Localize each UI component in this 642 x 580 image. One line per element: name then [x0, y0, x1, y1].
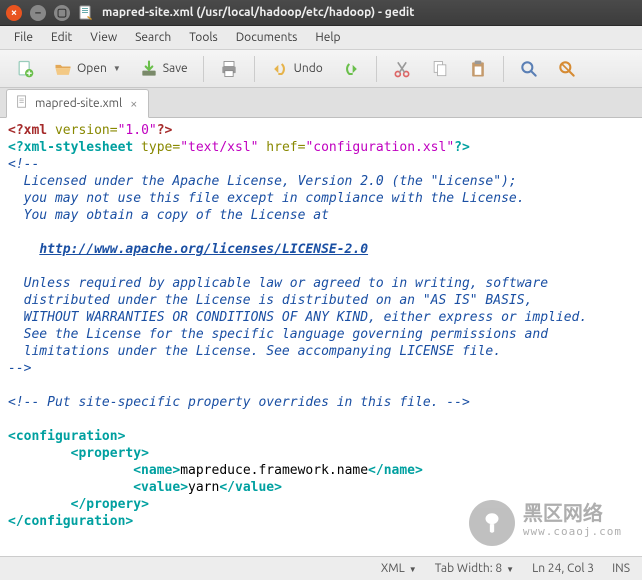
code-comment: Unless required by applicable law or agr… — [8, 276, 548, 291]
code-comment: distributed under the License is distrib… — [8, 293, 532, 308]
watermark-url: www.coaoj.com — [523, 523, 622, 540]
undo-label: Undo — [294, 62, 323, 75]
find-replace-button[interactable] — [550, 54, 584, 84]
cut-icon — [392, 59, 412, 79]
tab-close-button[interactable]: × — [128, 97, 139, 111]
code-token: <?xml-stylesheet — [8, 140, 133, 155]
toolbar-separator — [254, 56, 255, 82]
document-tab[interactable]: mapred-site.xml × — [6, 89, 149, 118]
copy-icon — [430, 59, 450, 79]
code-token: "1.0" — [118, 123, 157, 138]
menu-file[interactable]: File — [6, 28, 41, 47]
toolbar-separator — [376, 56, 377, 82]
code-token: href= — [258, 140, 305, 155]
code-comment: WITHOUT WARRANTIES OR CONDITIONS OF ANY … — [8, 310, 587, 325]
watermark-title: 黑区网络 — [523, 506, 622, 523]
code-comment: You may obtain a copy of the License at — [8, 208, 329, 223]
status-bar: XML▼ Tab Width: 8▼ Ln 24, Col 3 INS — [0, 556, 642, 580]
code-tag: </name> — [368, 463, 423, 478]
code-tag: <name> — [133, 463, 180, 478]
code-tag: <value> — [133, 480, 188, 495]
paste-button[interactable] — [461, 54, 495, 84]
copy-button[interactable] — [423, 54, 457, 84]
code-indent — [8, 497, 71, 512]
menu-documents[interactable]: Documents — [228, 28, 306, 47]
new-document-icon — [15, 59, 35, 79]
window-maximize-button[interactable]: ▢ — [54, 5, 70, 21]
code-comment: See the License for the specific languag… — [8, 327, 548, 342]
watermark-logo-icon — [469, 500, 515, 546]
menu-tools[interactable]: Tools — [181, 28, 226, 47]
redo-button[interactable] — [334, 54, 368, 84]
save-icon — [139, 59, 159, 79]
open-dropdown-icon: ▼ — [113, 64, 121, 73]
text-editor-area[interactable]: <?xml version="1.0"?> <?xml-stylesheet t… — [0, 118, 642, 556]
code-tag: </value> — [219, 480, 282, 495]
code-tag: </propery> — [71, 497, 149, 512]
code-comment: you may not use this file except in comp… — [8, 191, 525, 206]
code-token: "configuration.xsl" — [305, 140, 454, 155]
code-token: <?xml — [8, 123, 47, 138]
open-folder-icon — [53, 59, 73, 79]
toolbar-separator — [503, 56, 504, 82]
document-tab-bar: mapred-site.xml × — [0, 88, 642, 118]
file-icon — [15, 95, 29, 112]
menu-edit[interactable]: Edit — [43, 28, 80, 47]
window-title: mapred-site.xml (/usr/local/hadoop/etc/h… — [102, 6, 414, 19]
code-tag: <property> — [71, 446, 149, 461]
code-token: version= — [47, 123, 117, 138]
open-label: Open — [77, 62, 107, 75]
open-button[interactable]: Open ▼ — [46, 54, 128, 84]
code-indent — [8, 480, 133, 495]
code-comment: --> — [8, 361, 31, 376]
code-comment — [8, 242, 39, 257]
code-token: ?> — [157, 123, 173, 138]
window-titlebar: × – ▢ mapred-site.xml (/usr/local/hadoop… — [0, 0, 642, 26]
code-url: http://www.apache.org/licenses/LICENSE-2… — [39, 242, 368, 257]
menu-bar: File Edit View Search Tools Documents He… — [0, 26, 642, 50]
print-icon — [219, 59, 239, 79]
code-comment: limitations under the License. See accom… — [8, 344, 501, 359]
code-token: type= — [133, 140, 180, 155]
save-button[interactable]: Save — [132, 54, 195, 84]
window-close-button[interactable]: × — [6, 5, 22, 21]
watermark: 黑区网络 www.coaoj.com — [469, 500, 622, 546]
status-language[interactable]: XML▼ — [381, 562, 417, 575]
save-label: Save — [163, 62, 188, 75]
window-minimize-button[interactable]: – — [30, 5, 46, 21]
menu-view[interactable]: View — [82, 28, 125, 47]
code-token: ?> — [454, 140, 470, 155]
code-text: mapreduce.framework.name — [180, 463, 368, 478]
status-cursor-position: Ln 24, Col 3 — [532, 562, 594, 575]
find-replace-icon — [557, 59, 577, 79]
code-text: yarn — [188, 480, 219, 495]
toolbar-separator — [203, 56, 204, 82]
redo-icon — [341, 59, 361, 79]
code-tag: <configuration> — [8, 429, 125, 444]
menu-help[interactable]: Help — [307, 28, 348, 47]
status-tab-width[interactable]: Tab Width: 8▼ — [435, 562, 514, 575]
find-button[interactable] — [512, 54, 546, 84]
code-indent — [8, 446, 71, 461]
code-comment: <!-- — [8, 157, 39, 172]
undo-icon — [270, 59, 290, 79]
print-button[interactable] — [212, 54, 246, 84]
search-icon — [519, 59, 539, 79]
status-insert-mode: INS — [612, 562, 630, 575]
code-comment: <!-- Put site-specific property override… — [8, 395, 470, 410]
new-document-button[interactable] — [8, 54, 42, 84]
app-icon — [78, 5, 94, 21]
undo-button[interactable]: Undo — [263, 54, 330, 84]
tab-filename: mapred-site.xml — [35, 97, 122, 110]
code-indent — [8, 463, 133, 478]
paste-icon — [468, 59, 488, 79]
code-tag: </configuration> — [8, 514, 133, 529]
menu-search[interactable]: Search — [127, 28, 179, 47]
cut-button[interactable] — [385, 54, 419, 84]
code-comment: Licensed under the Apache License, Versi… — [8, 174, 517, 189]
code-token: "text/xsl" — [180, 140, 258, 155]
toolbar: Open ▼ Save Undo — [0, 50, 642, 88]
